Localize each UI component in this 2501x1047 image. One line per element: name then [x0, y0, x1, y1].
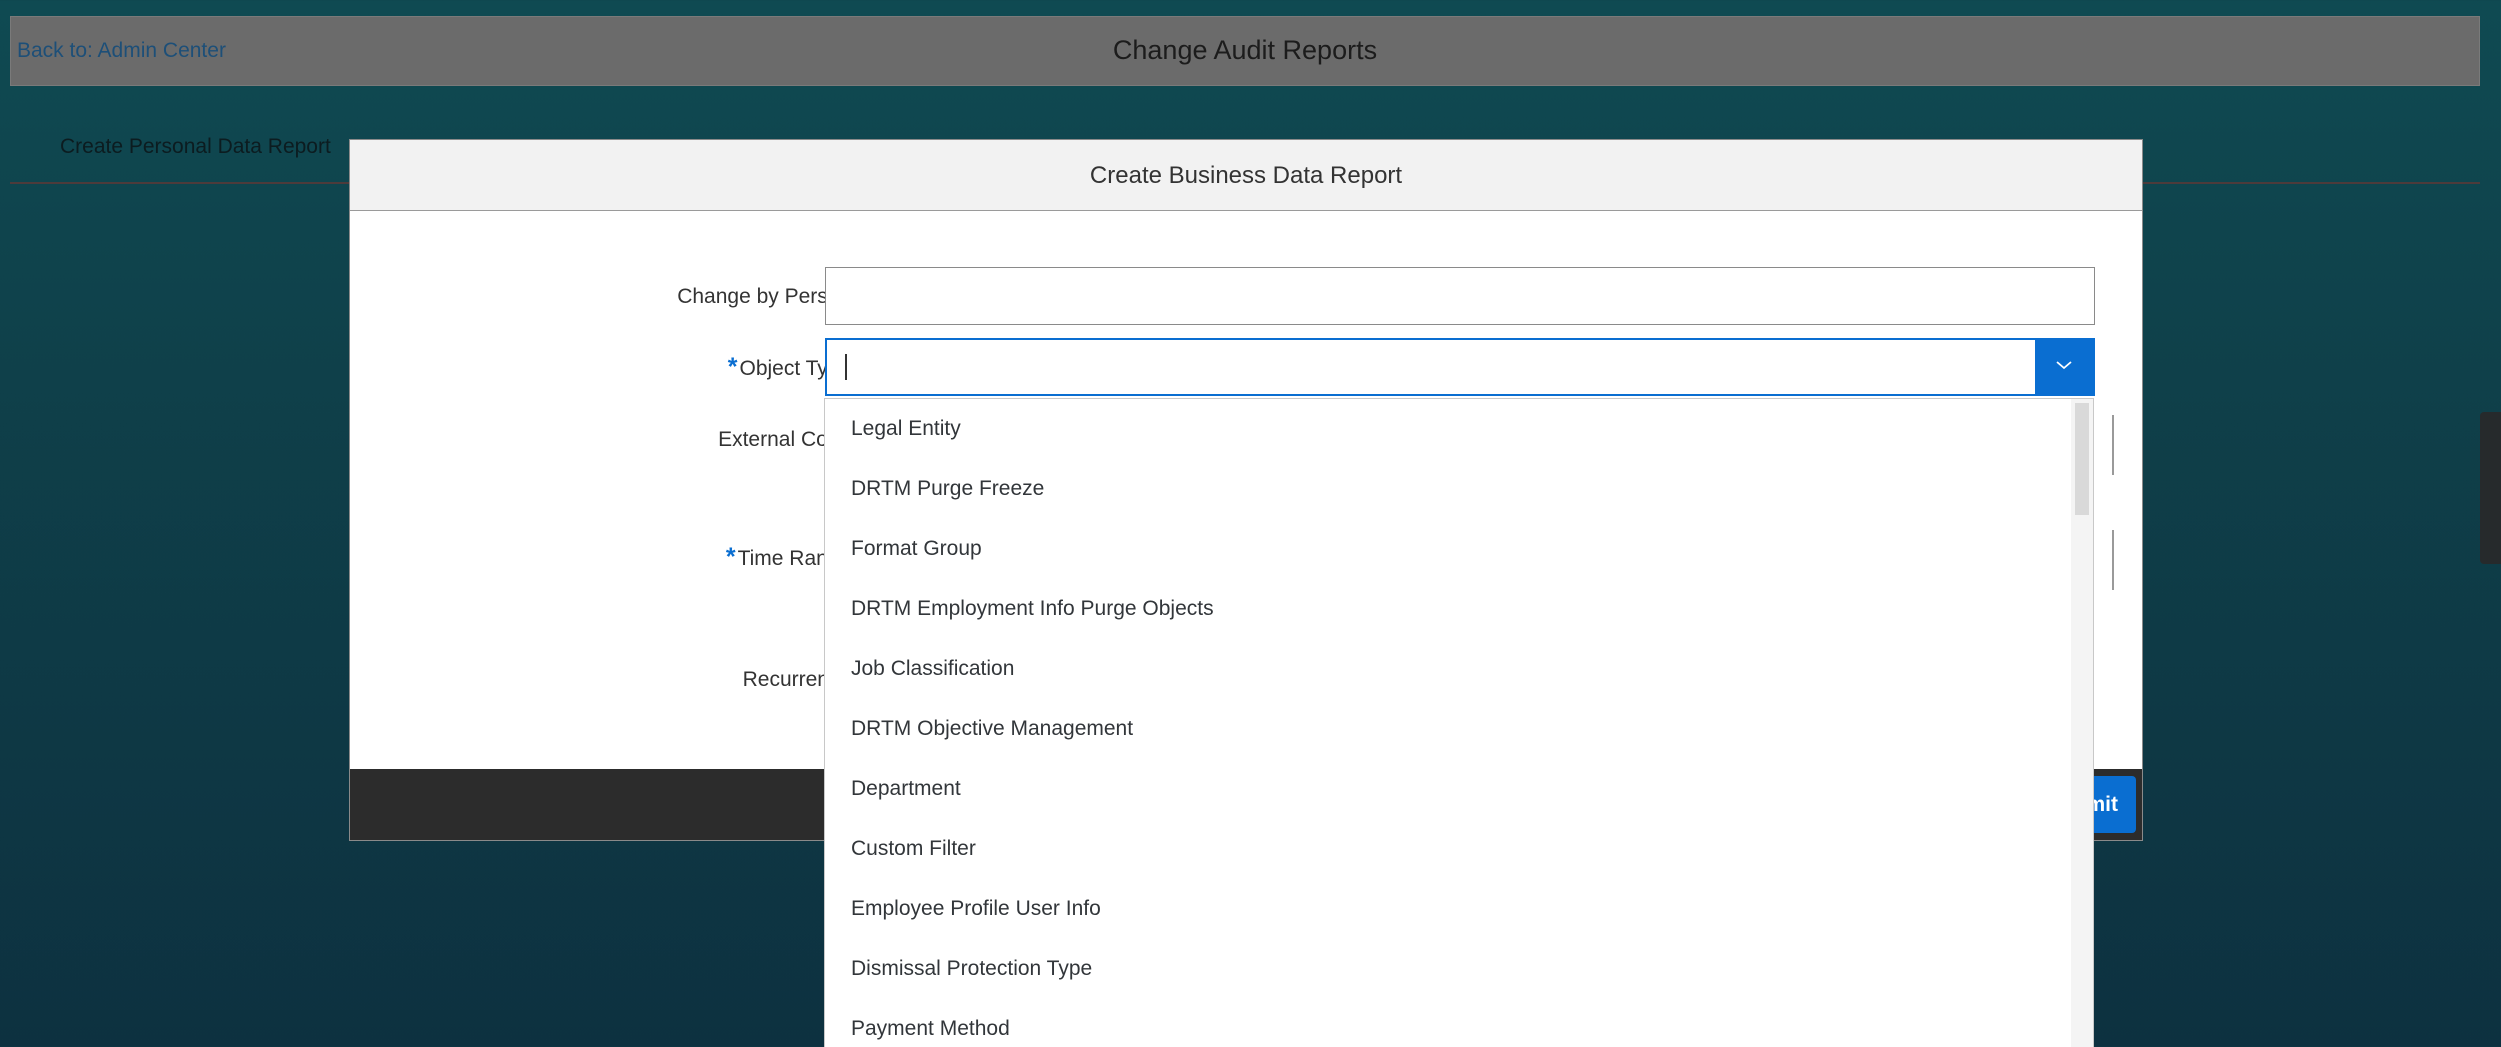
dropdown-option[interactable]: DRTM Purge Freeze: [825, 459, 2073, 519]
dropdown-scrollbar[interactable]: [2071, 399, 2093, 1047]
object-type-input[interactable]: [827, 340, 2023, 394]
dropdown-option[interactable]: DRTM Objective Management: [825, 699, 2073, 759]
dropdown-option[interactable]: Custom Filter: [825, 819, 2073, 879]
object-type-combobox[interactable]: [825, 338, 2095, 396]
dropdown-options: Legal Entity DRTM Purge Freeze Format Gr…: [825, 399, 2073, 1047]
dropdown-option[interactable]: Legal Entity: [825, 399, 2073, 459]
external-code-input-edge: [2112, 415, 2114, 475]
change-by-person-input[interactable]: [825, 267, 2095, 325]
dropdown-option[interactable]: Department: [825, 759, 2073, 819]
dialog-title: Create Business Data Report: [1089, 162, 1403, 189]
time-range-input-edge: [2112, 530, 2114, 590]
dropdown-option[interactable]: Job Classification: [825, 639, 2073, 699]
page-title: Change Audit Reports: [1112, 35, 1378, 65]
dropdown-option[interactable]: Dismissal Protection Type: [825, 939, 2073, 999]
required-marker: *: [725, 543, 736, 571]
text-cursor: [845, 354, 847, 380]
chevron-down-icon: [2054, 358, 2074, 376]
dropdown-option[interactable]: Payment Method: [825, 999, 2073, 1047]
page-header: Back to: Admin Center Change Audit Repor…: [10, 16, 2480, 86]
object-type-dropdown-list[interactable]: Legal Entity DRTM Purge Freeze Format Gr…: [824, 398, 2094, 1047]
object-type-dropdown-button[interactable]: [2035, 340, 2093, 394]
side-panel-handle[interactable]: [2480, 412, 2501, 564]
dialog-header: Create Business Data Report: [350, 140, 2142, 211]
tab-create-personal-data-report[interactable]: Create Personal Data Report: [60, 135, 331, 159]
dropdown-option[interactable]: DRTM Employment Info Purge Objects: [825, 579, 2073, 639]
dropdown-option[interactable]: Format Group: [825, 519, 2073, 579]
required-marker: *: [727, 353, 738, 381]
dropdown-option[interactable]: Employee Profile User Info: [825, 879, 2073, 939]
dropdown-scrollbar-thumb[interactable]: [2075, 403, 2089, 515]
